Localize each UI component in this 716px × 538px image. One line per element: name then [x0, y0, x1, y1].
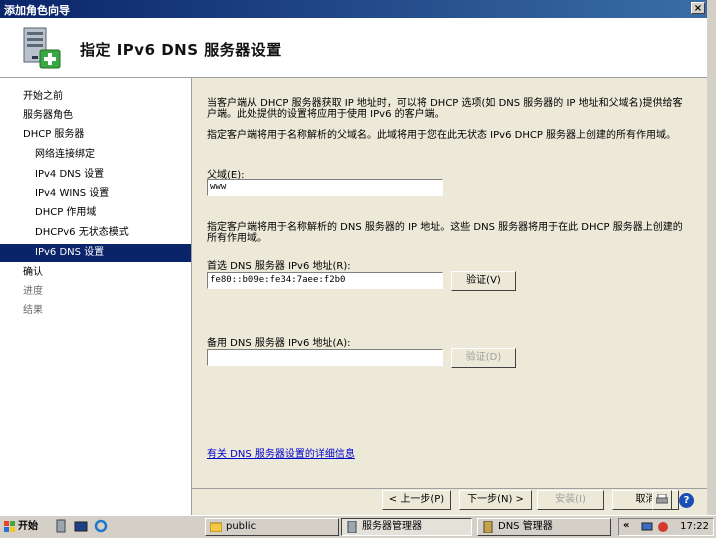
nav-item-ipv6-dns[interactable]: IPv6 DNS 设置	[0, 244, 191, 262]
task-label: DNS 管理器	[498, 521, 553, 532]
back-button[interactable]: < 上一步(P)	[382, 490, 451, 510]
wizard-header: 指定 IPv6 DNS 服务器设置	[0, 18, 707, 78]
nav-item-before-you-begin[interactable]: 开始之前	[23, 88, 63, 106]
intro-text: 当客户端从 DHCP 服务器获取 IP 地址时，可以将 DHCP 选项(如 DN…	[207, 98, 683, 120]
dns-manager-icon	[483, 521, 493, 533]
install-button: 安装(I)	[537, 490, 604, 510]
window-title: 添加角色向导	[4, 4, 70, 17]
help-icon[interactable]: ?	[679, 493, 694, 508]
page-title: 指定 IPv6 DNS 服务器设置	[80, 41, 282, 59]
taskbar: 开始 public 服务器管理器 DNS 管理器 « 17:22	[0, 515, 716, 538]
task-public[interactable]: public	[205, 518, 339, 536]
task-label: 服务器管理器	[362, 521, 422, 532]
parent-domain-description: 指定客户端将用于名称解析的父域名。此域将用于您在此无状态 IPv6 DHCP 服…	[207, 130, 677, 141]
title-bar[interactable]: 添加角色向导 ×	[0, 0, 707, 18]
task-dns-manager[interactable]: DNS 管理器	[477, 518, 611, 536]
nav-item-network-bindings[interactable]: 网络连接绑定	[35, 146, 95, 164]
nav-item-dhcp-scopes[interactable]: DHCP 作用域	[35, 204, 96, 222]
security-alert-icon[interactable]	[657, 521, 669, 533]
task-server-manager[interactable]: 服务器管理器	[341, 518, 472, 536]
network-icon[interactable]	[641, 521, 653, 533]
alternate-dns-label: 备用 DNS 服务器 IPv6 地址(A):	[207, 338, 351, 349]
nav-item-ipv4-wins[interactable]: IPv4 WINS 设置	[35, 185, 109, 203]
server-manager-icon	[347, 521, 357, 533]
verify-alternate-button: 验证(D)	[451, 348, 516, 368]
nav-item-server-roles[interactable]: 服务器角色	[23, 107, 73, 125]
task-label: public	[226, 521, 257, 532]
clock: 17:22	[680, 521, 709, 532]
desktop-scrollbar[interactable]	[707, 0, 716, 537]
wizard-nav: 开始之前 服务器角色 DHCP 服务器 网络连接绑定 IPv4 DNS 设置 I…	[0, 78, 192, 515]
windows-logo-icon	[4, 521, 15, 532]
wizard-content: 当客户端从 DHCP 服务器获取 IP 地址时，可以将 DHCP 选项(如 DN…	[192, 78, 707, 515]
start-label: 开始	[18, 521, 38, 532]
system-tray: « 17:22	[618, 518, 714, 536]
nav-item-confirmation[interactable]: 确认	[23, 264, 43, 282]
server-wizard-icon	[23, 27, 61, 69]
folder-icon	[210, 522, 222, 532]
tray-expand-button[interactable]: «	[623, 520, 629, 531]
next-button[interactable]: 下一步(N) >	[459, 490, 532, 510]
nav-item-dhcpv6-stateless[interactable]: DHCPv6 无状态模式	[35, 224, 129, 242]
more-info-link[interactable]: 有关 DNS 服务器设置的详细信息	[207, 445, 355, 460]
nav-item-progress: 进度	[23, 286, 43, 297]
start-button[interactable]: 开始	[2, 518, 42, 535]
preferred-dns-label: 首选 DNS 服务器 IPv6 地址(R):	[207, 261, 351, 272]
parent-domain-input[interactable]: www	[207, 179, 443, 196]
powershell-quicklaunch-icon[interactable]	[74, 519, 88, 533]
nav-item-results: 结果	[23, 305, 43, 316]
alternate-dns-input[interactable]	[207, 349, 443, 366]
footer-divider	[192, 488, 707, 489]
nav-item-dhcp-server[interactable]: DHCP 服务器	[23, 126, 84, 144]
close-button[interactable]: ×	[691, 2, 705, 14]
ie-quicklaunch-icon[interactable]	[94, 519, 108, 533]
preferred-dns-input[interactable]: fe80::b09e:fe34:7aee:f2b0	[207, 272, 443, 289]
nav-item-ipv4-dns[interactable]: IPv4 DNS 设置	[35, 166, 104, 184]
print-icon[interactable]	[652, 490, 672, 510]
dns-description: 指定客户端将用于名称解析的 DNS 服务器的 IP 地址。这些 DNS 服务器将…	[207, 222, 683, 244]
server-manager-quicklaunch-icon[interactable]	[54, 519, 68, 533]
verify-preferred-button[interactable]: 验证(V)	[451, 271, 516, 291]
add-roles-wizard-window: 添加角色向导 × 指定 IPv6 DNS 服务器设置 开始之前 服务器角色 DH…	[0, 0, 707, 515]
